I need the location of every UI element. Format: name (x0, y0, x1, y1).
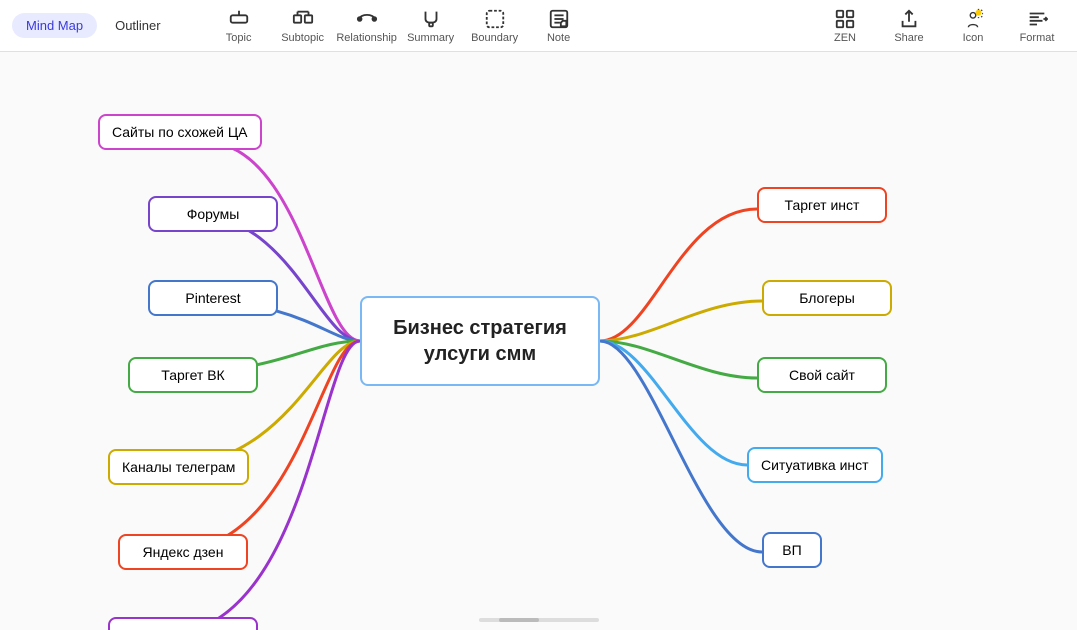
node-l6[interactable]: Яндекс дзен (118, 534, 248, 570)
toolbar-items: Topic Subtopic Relationship Summary Boun… (207, 4, 817, 48)
toolbar: Mind Map Outliner Topic Subtopic Relatio… (0, 0, 1077, 52)
node-r2[interactable]: Блогеры (762, 280, 892, 316)
node-r4-text: Ситуативка инст (761, 457, 869, 473)
share-tool[interactable]: Share (881, 4, 937, 48)
node-r2-text: Блогеры (799, 290, 855, 306)
icon-label: Icon (963, 32, 984, 44)
subtopic-tool[interactable]: Subtopic (271, 4, 335, 48)
share-label: Share (894, 32, 923, 44)
canvas[interactable]: Бизнес стратегия улсуги смм Сайты по схо… (0, 52, 1077, 630)
node-r1[interactable]: Таргет инст (757, 187, 887, 223)
boundary-tool[interactable]: Boundary (463, 4, 527, 48)
node-l1-text: Сайты по схожей ЦА (112, 124, 248, 140)
topic-tool[interactable]: Topic (207, 4, 271, 48)
node-l6-text: Яндекс дзен (143, 544, 224, 560)
toolbar-right: ZEN Share Icon Format (817, 4, 1065, 48)
relationship-tool[interactable]: Relationship (335, 4, 399, 48)
node-l5[interactable]: Каналы телеграм (108, 449, 249, 485)
center-node-text: Бизнес стратегия улсуги смм (374, 315, 586, 367)
summary-label: Summary (407, 32, 454, 44)
icon-tool[interactable]: Icon (945, 4, 1001, 48)
node-l7[interactable]: СЕО Яндекс и гугл (108, 617, 258, 630)
node-l5-text: Каналы телеграм (122, 459, 235, 475)
note-label: Note (547, 32, 570, 44)
topic-label: Topic (226, 32, 252, 44)
node-r4[interactable]: Ситуативка инст (747, 447, 883, 483)
format-tool[interactable]: Format (1009, 4, 1065, 48)
center-node[interactable]: Бизнес стратегия улсуги смм (360, 296, 600, 386)
tab-group: Mind Map Outliner (12, 13, 175, 38)
node-r3-text: Свой сайт (789, 367, 855, 383)
node-l2[interactable]: Форумы (148, 196, 278, 232)
node-l3-text: Pinterest (185, 290, 240, 306)
node-l4[interactable]: Таргет ВК (128, 357, 258, 393)
node-r1-text: Таргет инст (785, 197, 860, 213)
tab-mindmap[interactable]: Mind Map (12, 13, 97, 38)
summary-tool[interactable]: Summary (399, 4, 463, 48)
zen-label: ZEN (834, 32, 856, 44)
node-r5-text: ВП (782, 542, 801, 558)
boundary-label: Boundary (471, 32, 518, 44)
node-r3[interactable]: Свой сайт (757, 357, 887, 393)
tab-outliner[interactable]: Outliner (101, 13, 175, 38)
note-tool[interactable]: Note (527, 4, 591, 48)
zen-tool[interactable]: ZEN (817, 4, 873, 48)
subtopic-label: Subtopic (281, 32, 324, 44)
node-l1[interactable]: Сайты по схожей ЦА (98, 114, 262, 150)
relationship-label: Relationship (336, 32, 397, 44)
node-l2-text: Форумы (187, 206, 240, 222)
node-r5[interactable]: ВП (762, 532, 822, 568)
node-l3[interactable]: Pinterest (148, 280, 278, 316)
node-l4-text: Таргет ВК (161, 367, 224, 383)
format-label: Format (1020, 32, 1055, 44)
scrollbar[interactable] (479, 618, 599, 622)
